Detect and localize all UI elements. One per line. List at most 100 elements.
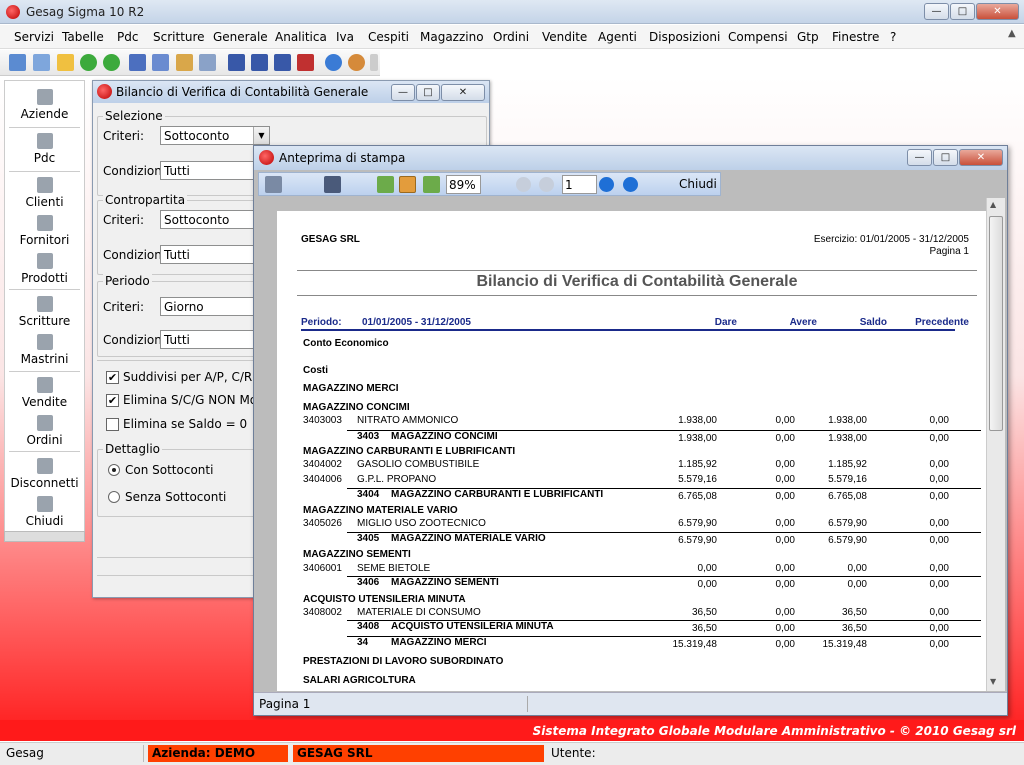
users-icon[interactable] bbox=[348, 54, 365, 71]
page-width-icon[interactable] bbox=[399, 176, 416, 193]
contropartita-criteri-label: Criteri: bbox=[103, 213, 145, 227]
menu-pdc[interactable]: Pdc bbox=[117, 30, 138, 44]
menu-gtp[interactable]: Gtp bbox=[797, 30, 819, 44]
vertical-scrollbar[interactable]: ▲ ▼ bbox=[986, 198, 1005, 691]
menu-finestre[interactable]: Finestre bbox=[832, 30, 879, 44]
print-icon[interactable] bbox=[265, 176, 282, 193]
info-icon[interactable] bbox=[325, 54, 342, 71]
report-group-heading: MAGAZZINO MATERIALE VARIO bbox=[303, 505, 458, 516]
report-account-name: MIGLIO USO ZOOTECNICO bbox=[357, 518, 486, 529]
book-icon[interactable] bbox=[176, 54, 193, 71]
report-page: GESAG SRL Esercizio: 01/01/2005 - 31/12/2… bbox=[277, 211, 989, 691]
list-icon[interactable] bbox=[152, 54, 169, 71]
calendar2-icon[interactable] bbox=[251, 54, 268, 71]
nav-pdc[interactable]: Pdc bbox=[5, 133, 84, 165]
menu-servizi[interactable]: Servizi bbox=[14, 30, 54, 44]
menu-scritture[interactable]: Scritture bbox=[153, 30, 205, 44]
report-subtotal-code: 3404 bbox=[357, 489, 380, 500]
nav-clienti[interactable]: Clienti bbox=[5, 177, 84, 209]
single-page-icon[interactable] bbox=[377, 176, 394, 193]
menu-tabelle[interactable]: Tabelle bbox=[62, 30, 104, 44]
nav-prodotti[interactable]: Prodotti bbox=[5, 253, 84, 285]
menu-vendite[interactable]: Vendite bbox=[542, 30, 587, 44]
report-precedente: 0,00 bbox=[929, 415, 949, 426]
menu-generale[interactable]: Generale bbox=[213, 30, 268, 44]
report-subtotal-name: MAGAZZINO MERCI bbox=[391, 637, 487, 648]
chevron-down-icon[interactable]: ▼ bbox=[253, 127, 269, 144]
selezione-criteri-select[interactable]: Sottoconto ▼ bbox=[160, 126, 270, 145]
scroll-down-icon[interactable]: ▼ bbox=[990, 677, 996, 686]
multi-page-icon[interactable] bbox=[423, 176, 440, 193]
preview-maximize-button[interactable]: □ bbox=[933, 149, 958, 166]
preview-status-page: Pagina 1 bbox=[259, 697, 311, 711]
bilancio-minimize-button[interactable]: — bbox=[391, 84, 415, 101]
menu-iva[interactable]: Iva bbox=[336, 30, 354, 44]
menu-disposizioni[interactable]: Disposizioni bbox=[649, 30, 720, 44]
preview-close-button[interactable]: ✕ bbox=[959, 149, 1003, 166]
report-saldo: 5.579,16 bbox=[828, 474, 867, 485]
nav-disconnetti[interactable]: Disconnetti bbox=[5, 458, 84, 490]
close-button[interactable]: ✕ bbox=[976, 3, 1019, 20]
report-group-heading: MAGAZZINO CARBURANTI E LUBRIFICANTI bbox=[303, 446, 516, 457]
report-subtotal-code: 34 bbox=[357, 637, 369, 648]
nav-aziende[interactable]: Aziende bbox=[5, 89, 84, 121]
bilancio-close-button[interactable]: ✕ bbox=[441, 84, 485, 101]
last-page-icon[interactable] bbox=[623, 177, 638, 192]
back-icon[interactable] bbox=[80, 54, 97, 71]
report-icon[interactable] bbox=[297, 54, 314, 71]
report-subtotal-name: ACQUISTO UTENSILERIA MINUTA bbox=[391, 621, 554, 632]
elimina-saldo-zero-checkbox[interactable] bbox=[106, 418, 119, 431]
nav-chiudi[interactable]: Chiudi bbox=[5, 496, 84, 528]
nav-ordini[interactable]: Ordini bbox=[5, 415, 84, 447]
forward-icon[interactable] bbox=[103, 54, 120, 71]
nav-mastrini[interactable]: Mastrini bbox=[5, 334, 84, 366]
ordini-icon bbox=[36, 415, 53, 431]
menu-ordini[interactable]: Ordini bbox=[493, 30, 529, 44]
nav-scritture[interactable]: Scritture bbox=[5, 296, 84, 328]
menu-q[interactable]: ? bbox=[890, 30, 896, 44]
zoom-input[interactable]: 89% bbox=[446, 175, 481, 194]
menu-compensi[interactable]: Compensi bbox=[728, 30, 788, 44]
next-page-icon[interactable] bbox=[599, 177, 614, 192]
previous-page-icon[interactable] bbox=[539, 177, 554, 192]
copy-icon[interactable] bbox=[33, 54, 50, 71]
bilancio-maximize-button[interactable]: □ bbox=[416, 84, 440, 101]
preview-minimize-button[interactable]: — bbox=[907, 149, 932, 166]
menu-agenti[interactable]: Agenti bbox=[598, 30, 637, 44]
mastrini-icon bbox=[36, 334, 53, 350]
document-icon[interactable] bbox=[199, 54, 216, 71]
scroll-thumb[interactable] bbox=[989, 216, 1003, 431]
tree-icon[interactable] bbox=[129, 54, 146, 71]
find-icon[interactable] bbox=[324, 176, 341, 193]
report-dare: 6.579,90 bbox=[678, 518, 717, 529]
folder-icon[interactable] bbox=[57, 54, 74, 71]
nav-scroll-arrow[interactable] bbox=[4, 531, 85, 542]
page-number-input[interactable]: 1 bbox=[562, 175, 597, 194]
nav-vendite[interactable]: Vendite bbox=[5, 377, 84, 409]
menu-magazzino[interactable]: Magazzino bbox=[420, 30, 484, 44]
calendar-icon[interactable] bbox=[228, 54, 245, 71]
nav-fornitori[interactable]: Fornitori bbox=[5, 215, 84, 247]
menu-overflow-icon[interactable]: ▲ bbox=[1008, 28, 1016, 39]
elimina-non-movimentati-checkbox[interactable]: ✔ bbox=[106, 394, 119, 407]
maximize-button[interactable]: □ bbox=[950, 3, 975, 20]
toolbar-overflow-icon[interactable] bbox=[370, 54, 378, 71]
suddivisi-checkbox[interactable]: ✔ bbox=[106, 371, 119, 384]
report-subtotal-dare: 6.579,90 bbox=[678, 535, 717, 546]
senza-sottoconti-radio[interactable] bbox=[108, 491, 120, 503]
suddivisi-label: Suddivisi per A/P, C/R bbox=[123, 370, 253, 384]
con-sottoconti-radio[interactable] bbox=[108, 464, 120, 476]
menu-cespiti[interactable]: Cespiti bbox=[368, 30, 409, 44]
menu-analitica[interactable]: Analitica bbox=[275, 30, 327, 44]
scroll-up-icon[interactable]: ▲ bbox=[990, 200, 996, 209]
report-dare: 1.938,00 bbox=[678, 415, 717, 426]
report-rule bbox=[297, 270, 977, 271]
report-saldo: 1.185,92 bbox=[828, 459, 867, 470]
minimize-button[interactable]: — bbox=[924, 3, 949, 20]
report-saldo: 0,00 bbox=[847, 563, 867, 574]
chiudi-preview-button[interactable]: Chiudi bbox=[679, 177, 717, 191]
home-icon[interactable] bbox=[9, 54, 26, 71]
first-page-icon[interactable] bbox=[516, 177, 531, 192]
left-navigation: Aziende Pdc Clienti Fornitori Prodotti Scritt… bbox=[4, 80, 85, 538]
calendar3-icon[interactable] bbox=[274, 54, 291, 71]
